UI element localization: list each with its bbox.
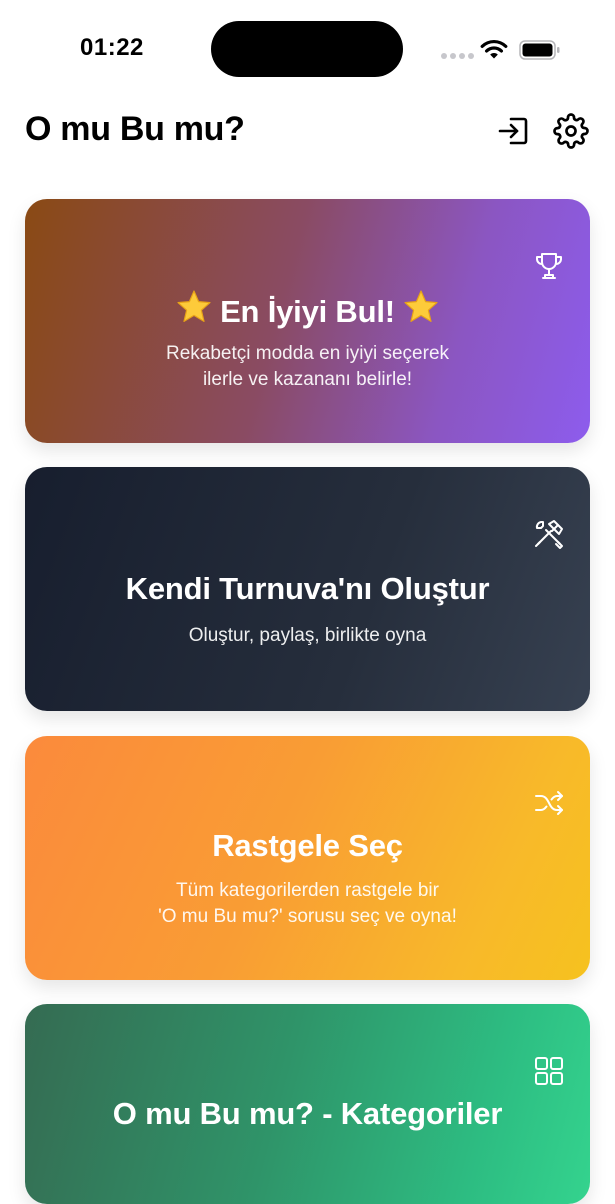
card-subtitle: Tüm kategorilerden rastgele bir 'O mu Bu… [25,878,590,930]
subtitle-line: Tüm kategorilerden rastgele bir [176,880,439,901]
status-time: 01:22 [80,34,144,61]
shuffle-icon [535,791,563,815]
grid-icon [535,1057,563,1085]
star-icon [177,290,211,322]
subtitle-line: Oluştur, paylaş, birlikte oyna [188,625,427,646]
subtitle-line: ilerle ve kazananı belirle! [202,369,413,390]
cellular-signal-icon [441,53,474,59]
subtitle-line: Rekabetçi modda en iyiyi seçerek [165,343,450,364]
page-title: O mu Bu mu? [25,110,245,148]
card-title: En İyiyi Bul! [25,289,590,330]
battery-icon [519,40,560,60]
find-best-title: En İyiyi Bul! [220,294,395,329]
categories-card[interactable]: O mu Bu mu? - Kategoriler [25,1004,590,1204]
find-best-card[interactable]: En İyiyi Bul! Rekabetçi modda en iyiyi s… [25,199,590,443]
card-subtitle: Oluştur, paylaş, birlikte oyna [25,623,590,649]
subtitle-line: 'O mu Bu mu?' sorusu seç ve oyna! [158,906,457,927]
card-subtitle: Rekabetçi modda en iyiyi seçerek ilerle … [25,341,590,393]
random-pick-title: Rastgele Seç [212,828,403,863]
random-pick-card[interactable]: Rastgele Seç Tüm kategorilerden rastgele… [25,736,590,980]
wifi-icon [480,39,508,59]
login-icon [498,117,528,145]
star-icon [404,290,438,322]
categories-title: O mu Bu mu? - Kategoriler [112,1096,503,1131]
trophy-icon [536,253,562,279]
gear-icon [553,113,589,149]
create-tournament-title: Kendi Turnuva'nı Oluştur [125,571,490,606]
create-tournament-card[interactable]: Kendi Turnuva'nı Oluştur Oluştur, paylaş… [25,467,590,711]
status-bar: 01:22 [0,0,615,100]
settings-button[interactable] [553,113,589,149]
dynamic-island [211,21,403,77]
tools-icon [535,520,563,549]
login-button[interactable] [496,113,532,149]
